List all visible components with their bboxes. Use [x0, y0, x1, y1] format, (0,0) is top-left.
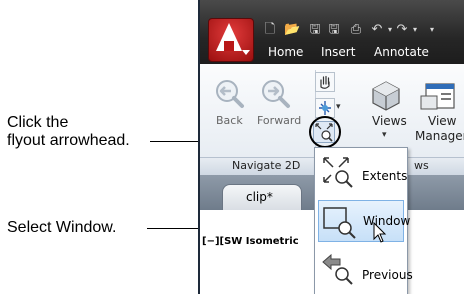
redo-dropdown-icon[interactable]: ▾ — [407, 23, 423, 37]
flyout-item-window[interactable]: Window — [318, 200, 410, 242]
viewport-controls-label[interactable]: [−][SW Isometric — [202, 236, 299, 247]
zoom-window-icon — [323, 207, 356, 239]
qat-overflow-icon[interactable]: ▾ — [424, 23, 440, 37]
navigate-2d-panel-title: Navigate 2D — [232, 159, 301, 172]
zoom-flyout-menu: Extents Window Previous — [314, 147, 413, 294]
flyout-label-previous: Previous — [362, 268, 413, 282]
tab-annotate[interactable]: Annotate — [374, 45, 429, 59]
autocad-window: 🗋 📂 🖫 🖫 ⎙ ↶ ▾ ↷ ▾ ▾ Home Insert Annotate… — [198, 0, 464, 294]
tab-insert[interactable]: Insert — [321, 45, 355, 59]
callout-flyout-line1: Click the — [7, 114, 69, 131]
tab-home[interactable]: Home — [268, 45, 303, 59]
steering-wheel-icon[interactable] — [315, 98, 335, 118]
document-tab-label[interactable]: clip* — [246, 190, 273, 204]
callout-window: Select Window. — [7, 219, 117, 236]
views-button-label[interactable]: Views — [372, 114, 407, 128]
flyout-item-previous[interactable]: Previous — [318, 248, 413, 290]
callout-flyout-line2: flyout arrowhead. — [7, 132, 130, 149]
new-file-icon[interactable]: 🗋 — [262, 23, 278, 37]
zoom-previous-icon — [322, 253, 353, 285]
save-as-icon[interactable]: 🖫 — [326, 23, 342, 37]
view-manager-icon[interactable] — [420, 82, 456, 112]
views-dropdown-icon[interactable]: ▾ — [382, 130, 387, 140]
flyout-label-extents: Extents — [362, 169, 408, 183]
steering-wheel-dropdown-icon[interactable]: ▾ — [336, 102, 341, 112]
view-manager-label-line2[interactable]: Manager — [415, 129, 464, 143]
zoom-extents-icon — [323, 157, 353, 188]
print-icon[interactable]: ⎙ — [348, 23, 364, 37]
forward-icon[interactable] — [260, 78, 292, 110]
logo-notch — [224, 41, 234, 51]
flyout-item-extents[interactable]: Extents — [318, 152, 408, 194]
back-button-label[interactable]: Back — [216, 114, 243, 127]
pan-hand-icon[interactable] — [315, 72, 335, 92]
application-menu-button[interactable] — [208, 18, 254, 62]
forward-button-label[interactable]: Forward — [257, 114, 301, 127]
views-panel-title: ws — [414, 159, 429, 172]
chevron-down-icon — [242, 50, 250, 55]
back-icon[interactable] — [214, 78, 246, 110]
flyout-arrowhead-highlight — [309, 116, 341, 148]
view-manager-label-line1[interactable]: View — [428, 114, 456, 128]
views-cube-icon[interactable] — [369, 80, 403, 112]
open-folder-icon[interactable]: 📂 — [284, 23, 300, 37]
save-icon[interactable]: 🖫 — [307, 23, 323, 37]
mouse-cursor-icon — [373, 222, 387, 243]
